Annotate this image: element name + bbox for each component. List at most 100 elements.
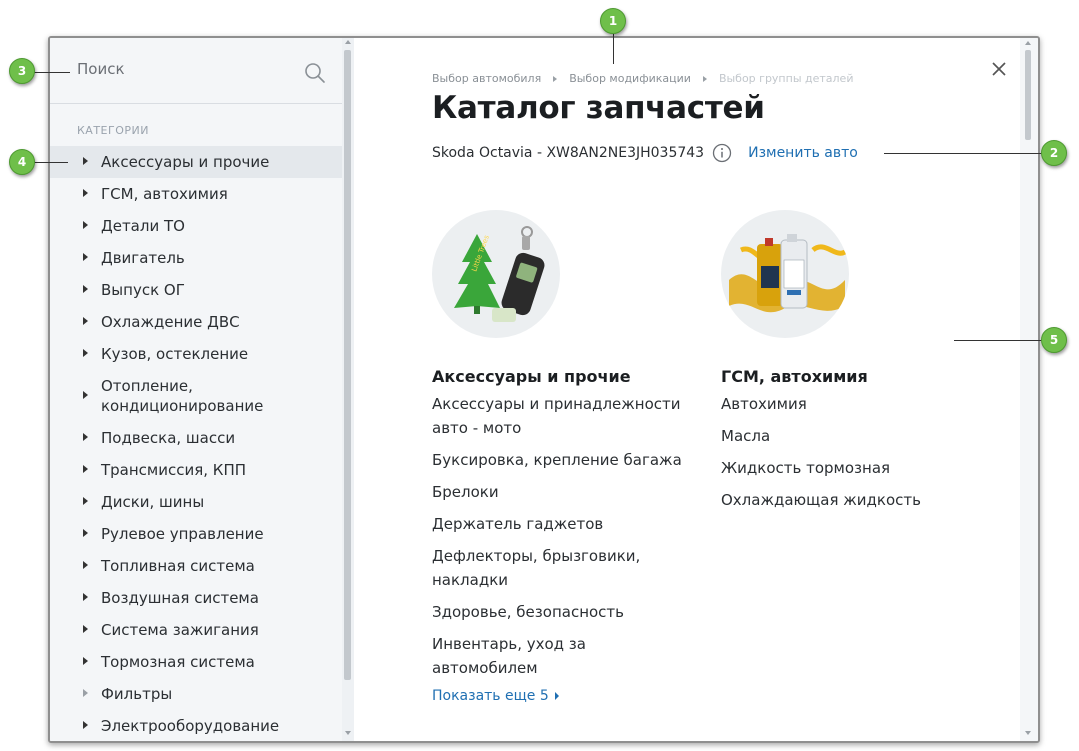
column-title[interactable]: Аксессуары и прочие <box>432 367 692 386</box>
subcategory-link[interactable]: Масла <box>721 424 981 448</box>
column-title[interactable]: ГСМ, автохимия <box>721 367 981 386</box>
category-item[interactable]: Трансмиссия, КПП <box>50 454 342 486</box>
main-scroll-thumb[interactable] <box>1025 50 1031 140</box>
category-label: Детали ТО <box>101 217 185 235</box>
chevron-right-icon <box>554 692 559 700</box>
category-label: Трансмиссия, КПП <box>101 461 247 479</box>
subcategory-link[interactable]: Здоровье, безопасность <box>432 600 692 624</box>
category-item[interactable]: Подвеска, шасси <box>50 422 342 454</box>
sidebar: КАТЕГОРИИ Аксессуары и прочие ГСМ, автох… <box>50 38 354 741</box>
chevron-right-icon <box>83 317 88 325</box>
category-label: Диски, шины <box>101 493 205 511</box>
category-item[interactable]: Детали ТО <box>50 210 342 242</box>
scroll-down-icon[interactable] <box>345 731 351 735</box>
change-vehicle-link[interactable]: Изменить авто <box>748 145 858 161</box>
category-item[interactable]: Отопление, кондиционирование <box>50 370 342 422</box>
chevron-right-icon <box>83 221 88 229</box>
category-item[interactable]: Охлаждение ДВС <box>50 306 342 338</box>
subcategory-link[interactable]: Брелоки <box>432 480 692 504</box>
oil-bottles-icon <box>729 234 847 313</box>
chevron-right-icon <box>83 391 88 399</box>
air-freshener-keyfob-icon: Little Trees <box>454 226 545 322</box>
category-item[interactable]: Аксессуары и прочие <box>50 146 342 178</box>
category-label: Кузов, остекление <box>101 345 249 363</box>
category-item[interactable]: Система зажигания <box>50 614 342 646</box>
chevron-right-icon <box>553 75 558 82</box>
close-icon[interactable] <box>990 60 1008 78</box>
category-item[interactable]: ГСМ, автохимия <box>50 178 342 210</box>
subcategory-link[interactable]: Держатель гаджетов <box>432 512 692 536</box>
page-title: Каталог запчастей <box>432 90 765 126</box>
breadcrumb-item-current: Выбор группы деталей <box>718 72 854 85</box>
category-label: ГСМ, автохимия <box>101 185 228 203</box>
category-item[interactable]: Рулевое управление <box>50 518 342 550</box>
category-item[interactable]: Выпуск ОГ <box>50 274 342 306</box>
subcategory-link[interactable]: Автохимия <box>721 392 981 416</box>
subcategory-link[interactable]: Буксировка, крепление багажа <box>432 448 692 472</box>
category-card-accessories: Little Trees Аксессуары и прочие Аксессу… <box>432 210 692 704</box>
chevron-right-icon <box>83 465 88 473</box>
main-content: Выбор автомобиля Выбор модификации Выбор… <box>354 38 1020 741</box>
chevron-right-icon <box>83 157 88 165</box>
callout-badge: 3 <box>9 58 35 84</box>
show-more-label: Показать еще 5 <box>432 688 549 704</box>
info-icon[interactable] <box>712 143 732 163</box>
breadcrumb-item[interactable]: Выбор модификации <box>569 72 691 85</box>
main-scrollbar[interactable] <box>1020 38 1038 741</box>
callout-line <box>954 340 1042 341</box>
accessories-image[interactable]: Little Trees <box>432 210 560 338</box>
category-item[interactable]: Двигатель <box>50 242 342 274</box>
category-item[interactable]: Кузов, остекление <box>50 338 342 370</box>
chevron-right-icon <box>83 497 88 505</box>
breadcrumb: Выбор автомобиля Выбор модификации Выбор… <box>432 72 853 85</box>
subcategory-link[interactable]: Инвентарь, уход за автомобилем <box>432 632 692 680</box>
show-more-link[interactable]: Показать еще 5 <box>432 688 692 704</box>
sidebar-scroll-thumb[interactable] <box>344 50 351 680</box>
search-bar <box>50 38 342 104</box>
category-label: Аксессуары и прочие <box>101 153 270 171</box>
callout-badge: 5 <box>1041 327 1067 353</box>
category-list: Аксессуары и прочие ГСМ, автохимия Детал… <box>50 146 342 741</box>
category-label: Топливная система <box>101 557 255 575</box>
lubricants-image[interactable] <box>721 210 849 338</box>
category-item[interactable]: Фильтры <box>50 678 342 710</box>
category-label: Система зажигания <box>101 621 259 639</box>
sidebar-scrollbar[interactable] <box>342 38 354 741</box>
category-label: Подвеска, шасси <box>101 429 236 447</box>
chevron-right-icon <box>83 189 88 197</box>
subcategory-link[interactable]: Дефлекторы, брызговики, накладки <box>432 544 692 592</box>
category-card-lubricants: ГСМ, автохимия Автохимия Масла Жидкость … <box>721 210 981 520</box>
chevron-right-icon <box>83 561 88 569</box>
category-label: Воздушная система <box>101 589 259 607</box>
category-item[interactable]: Воздушная система <box>50 582 342 614</box>
callout-line <box>34 72 70 73</box>
scroll-up-icon[interactable] <box>345 40 351 44</box>
vehicle-info: Skoda Octavia - XW8AN2NE3JH035743 Измени… <box>432 143 858 163</box>
scroll-up-icon[interactable] <box>1025 41 1031 45</box>
subcategory-link[interactable]: Жидкость тормозная <box>721 456 981 480</box>
chevron-right-icon <box>83 285 88 293</box>
callout-line <box>613 34 614 64</box>
category-label: Тормозная система <box>101 653 255 671</box>
search-input[interactable] <box>77 60 277 78</box>
category-item[interactable]: Диски, шины <box>50 486 342 518</box>
chevron-right-icon <box>83 529 88 537</box>
scroll-down-icon[interactable] <box>1025 731 1031 735</box>
callout-badge: 1 <box>600 8 626 34</box>
category-item[interactable]: Тормозная система <box>50 646 342 678</box>
subcategory-link[interactable]: Аксессуары и принадлежности авто - мото <box>432 392 692 440</box>
breadcrumb-item[interactable]: Выбор автомобиля <box>432 72 541 85</box>
chevron-right-icon <box>83 433 88 441</box>
category-item[interactable]: Электрооборудование <box>50 710 342 741</box>
chevron-right-icon <box>83 593 88 601</box>
category-label: Выпуск ОГ <box>101 281 185 299</box>
chevron-right-icon <box>702 75 707 82</box>
subcategory-link[interactable]: Охлаждающая жидкость <box>721 488 981 512</box>
category-item[interactable]: Топливная система <box>50 550 342 582</box>
category-label: Двигатель <box>101 249 185 267</box>
callout-line <box>884 153 1042 154</box>
search-icon[interactable] <box>304 62 326 84</box>
category-label: Отопление, кондиционирование <box>101 377 264 415</box>
callout-badge: 2 <box>1041 140 1067 166</box>
chevron-right-icon <box>83 689 88 697</box>
